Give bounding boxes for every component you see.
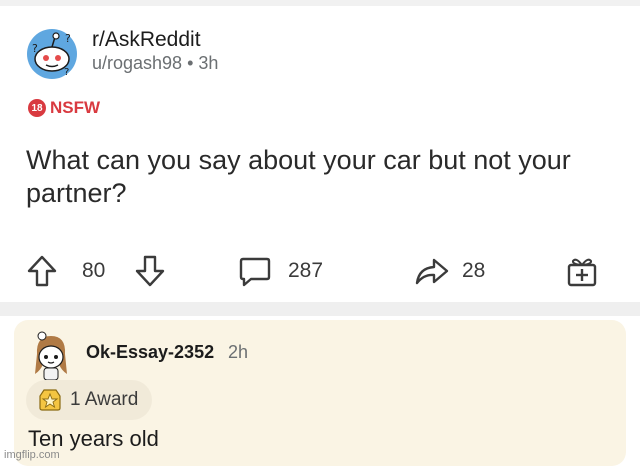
upvote-count-text: 80 [82, 259, 106, 282]
subreddit-avatar-icon[interactable]: ? ? ? [26, 28, 78, 80]
award-label: 1 Award [70, 389, 139, 410]
section-divider [0, 302, 640, 316]
svg-text:?: ? [32, 42, 38, 55]
watermark: imgflip.com [4, 449, 60, 461]
award-gift-button[interactable] [566, 254, 598, 288]
downvote-button[interactable] [134, 254, 166, 288]
comment-time: 2h [228, 342, 249, 362]
comment-card[interactable]: Ok-Essay-2352 2h 1 Award Ten years old [14, 320, 626, 466]
comment-username[interactable]: Ok-Essay-2352 [86, 342, 214, 363]
svg-text:?: ? [64, 67, 69, 78]
gift-icon [566, 254, 598, 288]
award-pill[interactable]: 1 Award [26, 380, 153, 420]
subreddit-name[interactable]: r/AskReddit [92, 28, 201, 52]
upvote-button[interactable] [26, 254, 58, 288]
post-title[interactable]: What can you say about your car but not … [26, 144, 586, 210]
award-icon [38, 388, 62, 412]
share-button[interactable]: 28 [414, 254, 485, 288]
share-count: 28 [462, 259, 486, 282]
comments-button[interactable]: 287 [238, 254, 323, 288]
upvote-icon [26, 254, 58, 288]
comment-icon [238, 254, 272, 288]
upvote-count: 80 [82, 254, 105, 288]
post-author-time[interactable]: u/rogash98 • 3h [92, 53, 218, 74]
svg-text:?: ? [65, 32, 71, 45]
share-icon [414, 254, 450, 288]
post-actions-bar: 80 287 28 [0, 254, 640, 288]
nsfw-tag: 18 NSFW [28, 98, 100, 118]
nsfw-badge: 18 [28, 99, 46, 117]
nsfw-label: NSFW [50, 98, 101, 117]
post-card: ? ? ? r/AskReddit u/rogash98 • 3h 18 NSF… [0, 6, 640, 302]
user-avatar-icon[interactable] [28, 330, 74, 382]
downvote-icon [134, 254, 166, 288]
comment-count: 287 [288, 259, 324, 282]
